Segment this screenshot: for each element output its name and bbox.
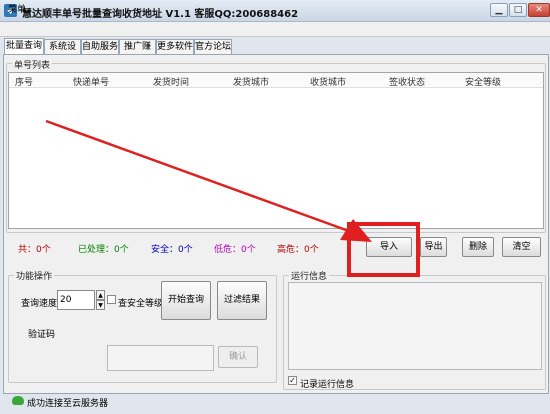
annotation-arrow-line [45, 119, 358, 236]
annotation-highlight-box [347, 222, 420, 277]
annotation-overlay [45, 119, 372, 242]
